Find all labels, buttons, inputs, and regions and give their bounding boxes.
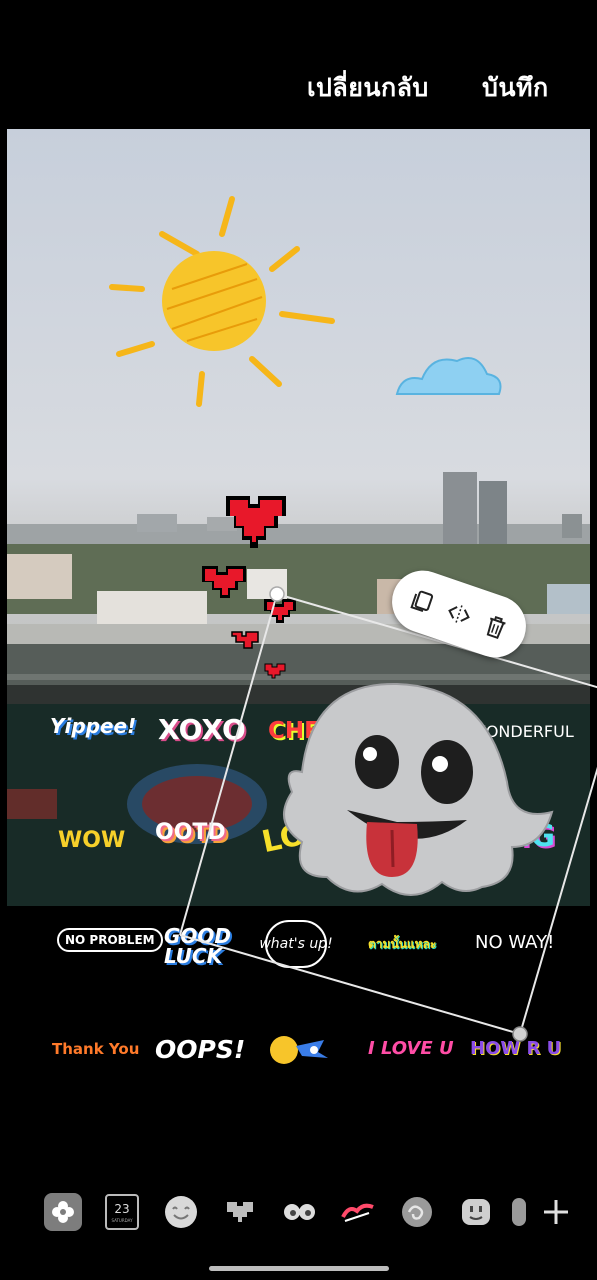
save-button[interactable]: บันทึก bbox=[482, 68, 549, 108]
sticker-hands[interactable] bbox=[262, 1030, 334, 1070]
duplicate-icon[interactable] bbox=[404, 584, 440, 620]
tray-item-calendar[interactable]: 23 SATURDAY bbox=[103, 1193, 141, 1231]
sticker-ootd[interactable]: OOTD bbox=[155, 822, 226, 844]
tray-item-bot-face[interactable] bbox=[457, 1193, 495, 1231]
eyes-icon bbox=[284, 1204, 315, 1220]
home-indicator[interactable] bbox=[209, 1266, 389, 1271]
revert-button[interactable]: เปลี่ยนกลับ bbox=[307, 68, 429, 108]
sticker-category-tray: 23 SATURDAY bbox=[0, 1170, 597, 1260]
top-bar: เปลี่ยนกลับ บันทึก bbox=[0, 0, 597, 128]
add-icon bbox=[544, 1200, 568, 1224]
tray-item-great-text[interactable] bbox=[339, 1193, 377, 1231]
great-text-icon bbox=[341, 1203, 374, 1222]
bot-face-icon bbox=[462, 1199, 490, 1225]
pixel-heart-sticker-medium[interactable] bbox=[198, 560, 250, 610]
sticker-whats-up[interactable]: what's up! bbox=[259, 920, 333, 968]
calendar-weekday: SATURDAY bbox=[111, 1218, 133, 1223]
tray-item-pixel-heart[interactable] bbox=[221, 1193, 259, 1231]
swirl-icon bbox=[402, 1197, 432, 1227]
sticker-i-love-u[interactable]: I LOVE U bbox=[368, 1040, 454, 1058]
pixel-heart-sticker[interactable] bbox=[222, 488, 296, 556]
tray-item-smiley[interactable] bbox=[162, 1193, 200, 1231]
sticker-tam-nan-lae[interactable]: ตามนั้นแหละ bbox=[368, 938, 436, 950]
flip-icon[interactable] bbox=[441, 596, 477, 632]
sticker-no-problem[interactable]: NO PROBLEM bbox=[57, 928, 163, 952]
tray-item-flower[interactable] bbox=[44, 1193, 82, 1231]
trash-icon[interactable] bbox=[478, 609, 514, 645]
calendar-icon: 23 SATURDAY bbox=[105, 1194, 139, 1230]
sticker-no-way[interactable]: NO WAY! bbox=[475, 934, 554, 952]
calendar-day: 23 bbox=[114, 1202, 130, 1216]
sticker-good-luck[interactable]: GOOD LUCK bbox=[164, 926, 231, 966]
sticker-how-r-u[interactable]: HOW R U bbox=[470, 1040, 561, 1058]
tray-item-eyes[interactable] bbox=[280, 1193, 318, 1231]
pixel-heart-icon bbox=[227, 1202, 253, 1222]
ghost-sticker[interactable] bbox=[262, 672, 562, 916]
pixel-heart-sticker-small[interactable] bbox=[262, 595, 298, 633]
sticker-wow[interactable]: WOW bbox=[58, 830, 125, 852]
tray-item-swirl[interactable] bbox=[398, 1193, 436, 1231]
add-sticker-button[interactable] bbox=[537, 1193, 575, 1231]
sticker-yippee[interactable]: Yippee! bbox=[50, 716, 136, 736]
flower-icon bbox=[52, 1201, 74, 1223]
pixel-heart-sticker-tiny[interactable] bbox=[230, 630, 260, 658]
sticker-thank-you[interactable]: Thank You bbox=[52, 1042, 139, 1057]
tray-item-partial[interactable] bbox=[512, 1193, 526, 1231]
sticker-xoxo[interactable]: XOXO bbox=[158, 716, 246, 744]
sticker-oops[interactable]: OOPS! bbox=[155, 1037, 245, 1062]
smiley-icon bbox=[165, 1196, 197, 1228]
